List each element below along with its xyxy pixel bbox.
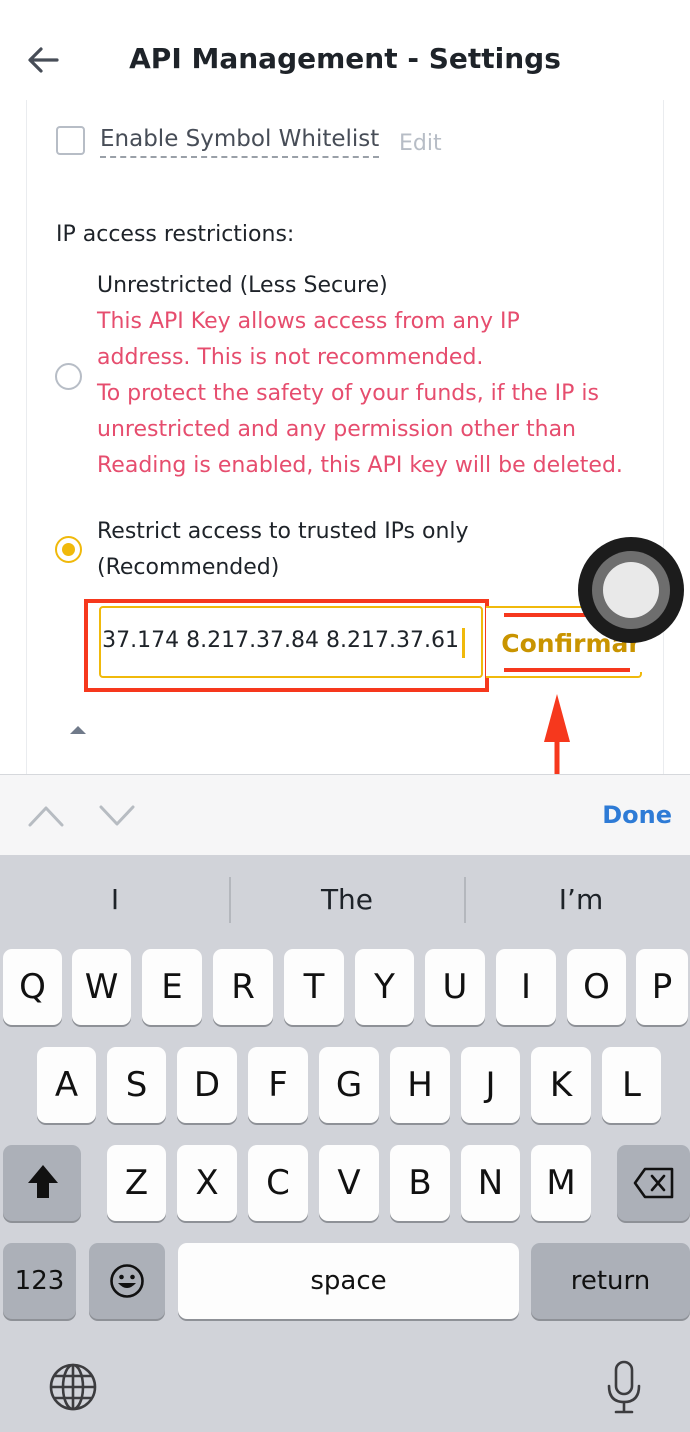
assistive-touch-button[interactable]	[578, 537, 684, 643]
key[interactable]: H	[390, 1047, 450, 1123]
header-bar: API Management - Settings	[0, 0, 690, 110]
restrict-trusted-ip-title[interactable]: Restrict access to trusted IPs only (Rec…	[97, 514, 469, 586]
emoji-icon	[110, 1264, 144, 1298]
key[interactable]: V	[319, 1145, 379, 1221]
chevron-down-icon[interactable]	[98, 803, 136, 829]
key[interactable]: X	[177, 1145, 237, 1221]
restrict-title-line: (Recommended)	[97, 555, 280, 580]
warning-line: Reading is enabled, this API key will be…	[97, 453, 623, 478]
annotation-highlight-box	[84, 599, 489, 692]
key[interactable]: U	[425, 949, 485, 1025]
unrestricted-title[interactable]: Unrestricted (Less Secure)	[97, 268, 388, 304]
numbers-key[interactable]: 123	[3, 1243, 76, 1319]
ip-restrictions-heading: IP access restrictions:	[56, 222, 295, 247]
key[interactable]: S	[107, 1047, 166, 1123]
symbol-whitelist-label[interactable]: Enable Symbol Whitelist	[100, 126, 380, 158]
key[interactable]: C	[248, 1145, 308, 1221]
keyboard: I The I’m Q W E R T Y U I O P A S D F G …	[0, 855, 690, 1432]
unrestricted-warning: This API Key allows access from any IP a…	[97, 304, 657, 484]
backspace-key[interactable]	[617, 1145, 690, 1221]
restrict-trusted-ip-radio[interactable]	[55, 536, 82, 563]
chevron-up-icon[interactable]	[27, 803, 65, 829]
key[interactable]: D	[177, 1047, 237, 1123]
key[interactable]: P	[636, 949, 688, 1025]
shift-key[interactable]	[3, 1145, 81, 1221]
key[interactable]: M	[531, 1145, 591, 1221]
key[interactable]: L	[602, 1047, 661, 1123]
key[interactable]: J	[461, 1047, 520, 1123]
space-key[interactable]: space	[178, 1243, 519, 1319]
globe-icon[interactable]	[48, 1362, 98, 1412]
key[interactable]: E	[142, 949, 202, 1025]
suggestion-3[interactable]: I’m	[466, 875, 690, 935]
key[interactable]: I	[496, 949, 556, 1025]
unrestricted-radio[interactable]	[55, 363, 82, 390]
done-button[interactable]: Done	[602, 801, 672, 829]
warning-line: address. This is not recommended.	[97, 345, 484, 370]
key[interactable]: K	[531, 1047, 591, 1123]
page-title: API Management - Settings	[129, 42, 561, 75]
collapse-triangle-icon[interactable]	[68, 724, 88, 736]
assistive-touch-core	[603, 562, 659, 618]
shift-icon	[28, 1165, 58, 1198]
key[interactable]: Q	[3, 949, 62, 1025]
key[interactable]: R	[213, 949, 273, 1025]
suggestion-1[interactable]: I	[0, 875, 230, 935]
key[interactable]: O	[567, 949, 626, 1025]
key[interactable]: B	[390, 1145, 450, 1221]
return-key[interactable]: return	[531, 1243, 690, 1319]
key[interactable]: N	[461, 1145, 520, 1221]
annotation-underline-bottom	[504, 668, 630, 672]
emoji-key[interactable]	[89, 1243, 165, 1319]
key[interactable]: Z	[107, 1145, 166, 1221]
backspace-icon	[633, 1167, 674, 1199]
key[interactable]: T	[284, 949, 344, 1025]
symbol-whitelist-checkbox[interactable]	[56, 126, 85, 155]
key[interactable]: A	[37, 1047, 96, 1123]
keyboard-toolbar: Done	[0, 774, 690, 856]
key[interactable]: G	[319, 1047, 379, 1123]
warning-line: unrestricted and any permission other th…	[97, 417, 576, 442]
key[interactable]: F	[248, 1047, 308, 1123]
suggestion-divider	[229, 877, 231, 923]
suggestion-2[interactable]: The	[232, 875, 462, 935]
key[interactable]: W	[72, 949, 131, 1025]
microphone-icon[interactable]	[604, 1360, 644, 1414]
warning-line: To protect the safety of your funds, if …	[97, 381, 599, 406]
whitelist-edit-link[interactable]: Edit	[399, 131, 442, 156]
key[interactable]: Y	[355, 949, 414, 1025]
warning-line: This API Key allows access from any IP	[97, 309, 520, 334]
restrict-title-line: Restrict access to trusted IPs only	[97, 519, 469, 544]
